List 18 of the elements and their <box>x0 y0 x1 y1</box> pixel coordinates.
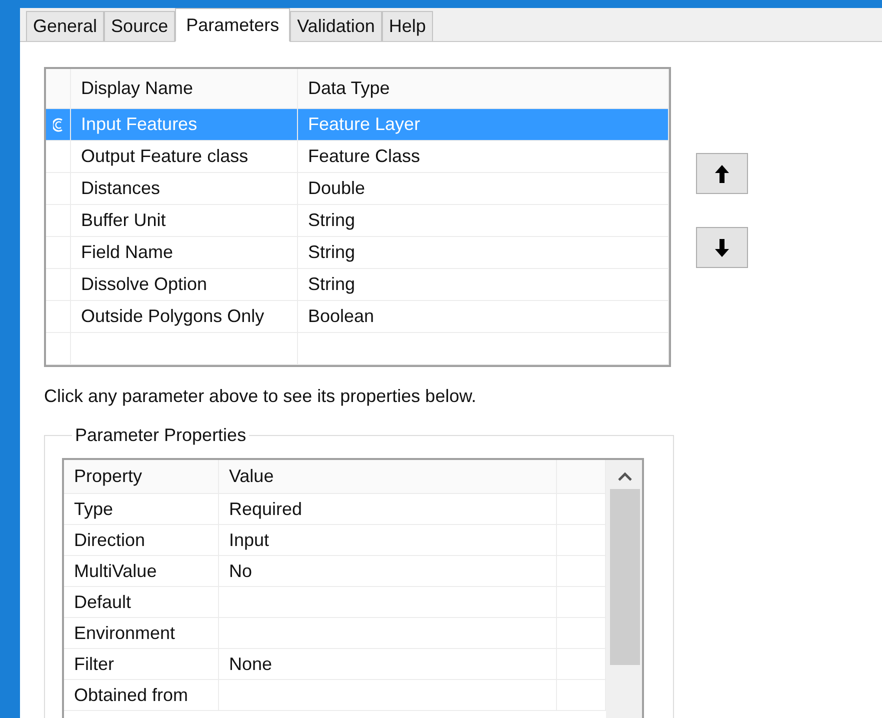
column-header[interactable]: Property <box>64 460 219 493</box>
instruction-text: Click any parameter above to see its properties below. <box>44 386 478 407</box>
scrollbar-thumb[interactable] <box>610 489 640 665</box>
column-header[interactable]: Value <box>219 460 557 493</box>
tab[interactable]: General <box>26 11 104 41</box>
tab[interactable]: Parameters <box>175 8 290 42</box>
scrollbar[interactable] <box>606 460 642 718</box>
move-up-button[interactable] <box>696 153 748 194</box>
move-down-button[interactable] <box>696 227 748 268</box>
down-arrow-icon <box>715 238 729 256</box>
column-header[interactable]: Display Name <box>71 69 298 108</box>
up-arrow-icon <box>715 164 729 182</box>
column-header[interactable]: Data Type <box>298 69 669 108</box>
tab[interactable]: Source <box>104 11 176 41</box>
scroll-up-icon[interactable] <box>618 472 632 481</box>
group-title: Parameter Properties <box>74 425 248 446</box>
tab[interactable]: Help <box>382 11 433 41</box>
tab[interactable]: Validation <box>290 11 382 41</box>
